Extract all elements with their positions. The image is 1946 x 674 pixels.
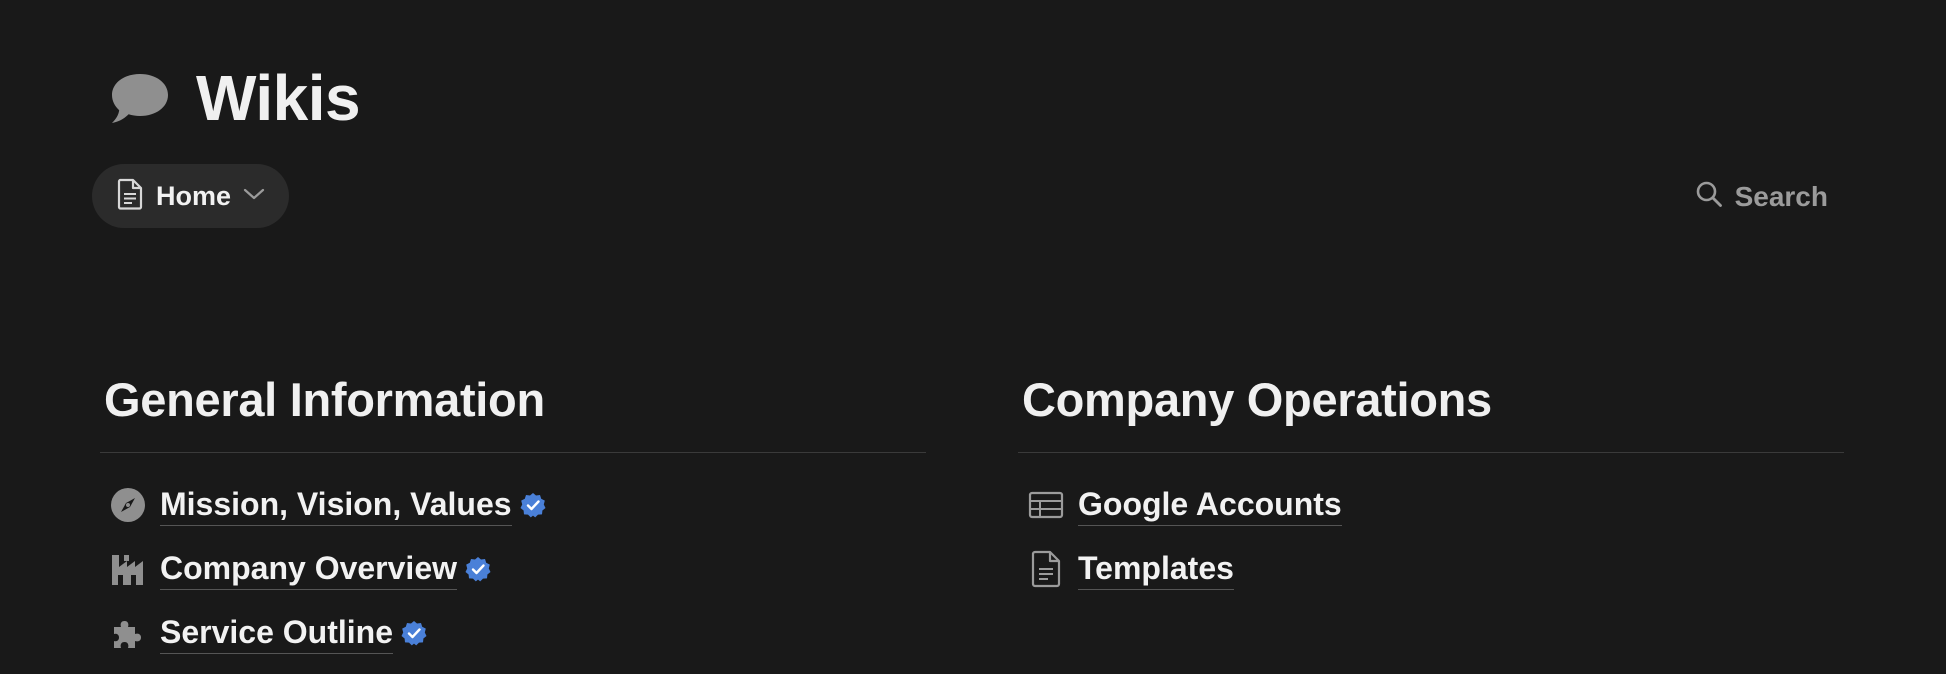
link-list: Mission, Vision, Values Company Overview… <box>100 473 926 665</box>
puzzle-icon <box>108 613 148 653</box>
section-general-information: General Information Mission, Vision, Val… <box>100 372 926 665</box>
link-label[interactable]: Google Accounts <box>1078 484 1342 526</box>
verified-badge-icon <box>465 556 491 582</box>
view-tab-label: Home <box>156 180 232 211</box>
chevron-down-icon <box>243 187 265 206</box>
page-icon <box>116 178 144 215</box>
page-icon <box>1026 549 1066 589</box>
verified-badge-icon <box>401 620 427 646</box>
search-icon <box>1695 180 1723 213</box>
compass-icon <box>108 485 148 525</box>
section-heading: Company Operations <box>1022 373 1492 426</box>
section-divider <box>100 452 926 453</box>
page-header: Wikis <box>108 66 361 130</box>
section-heading: General Information <box>104 373 545 426</box>
link-list: Google Accounts Templates <box>1018 473 1844 601</box>
link-item-company-overview[interactable]: Company Overview <box>100 537 926 601</box>
factory-icon <box>108 549 148 589</box>
link-item-google-accounts[interactable]: Google Accounts <box>1018 473 1844 537</box>
link-item-service-outline[interactable]: Service Outline <box>100 601 926 665</box>
section-divider <box>1018 452 1844 453</box>
search-label: Search <box>1734 180 1828 212</box>
table-icon <box>1026 485 1066 525</box>
wiki-page: Wikis Home Search General Information Mi… <box>0 0 1946 674</box>
link-label[interactable]: Templates <box>1078 548 1234 590</box>
link-label[interactable]: Mission, Vision, Values <box>160 484 512 526</box>
link-label[interactable]: Service Outline <box>160 612 393 654</box>
link-label[interactable]: Company Overview <box>160 548 457 590</box>
link-item-templates[interactable]: Templates <box>1018 537 1844 601</box>
link-item-mission-vision-values[interactable]: Mission, Vision, Values <box>100 473 926 537</box>
view-tab-home[interactable]: Home <box>92 164 290 228</box>
search-button[interactable]: Search <box>1695 180 1828 213</box>
verified-badge-icon <box>520 492 546 518</box>
speech-bubble-icon[interactable] <box>108 66 172 130</box>
page-title[interactable]: Wikis <box>196 66 361 130</box>
section-company-operations: Company Operations Google Accounts Templ… <box>1018 372 1844 601</box>
